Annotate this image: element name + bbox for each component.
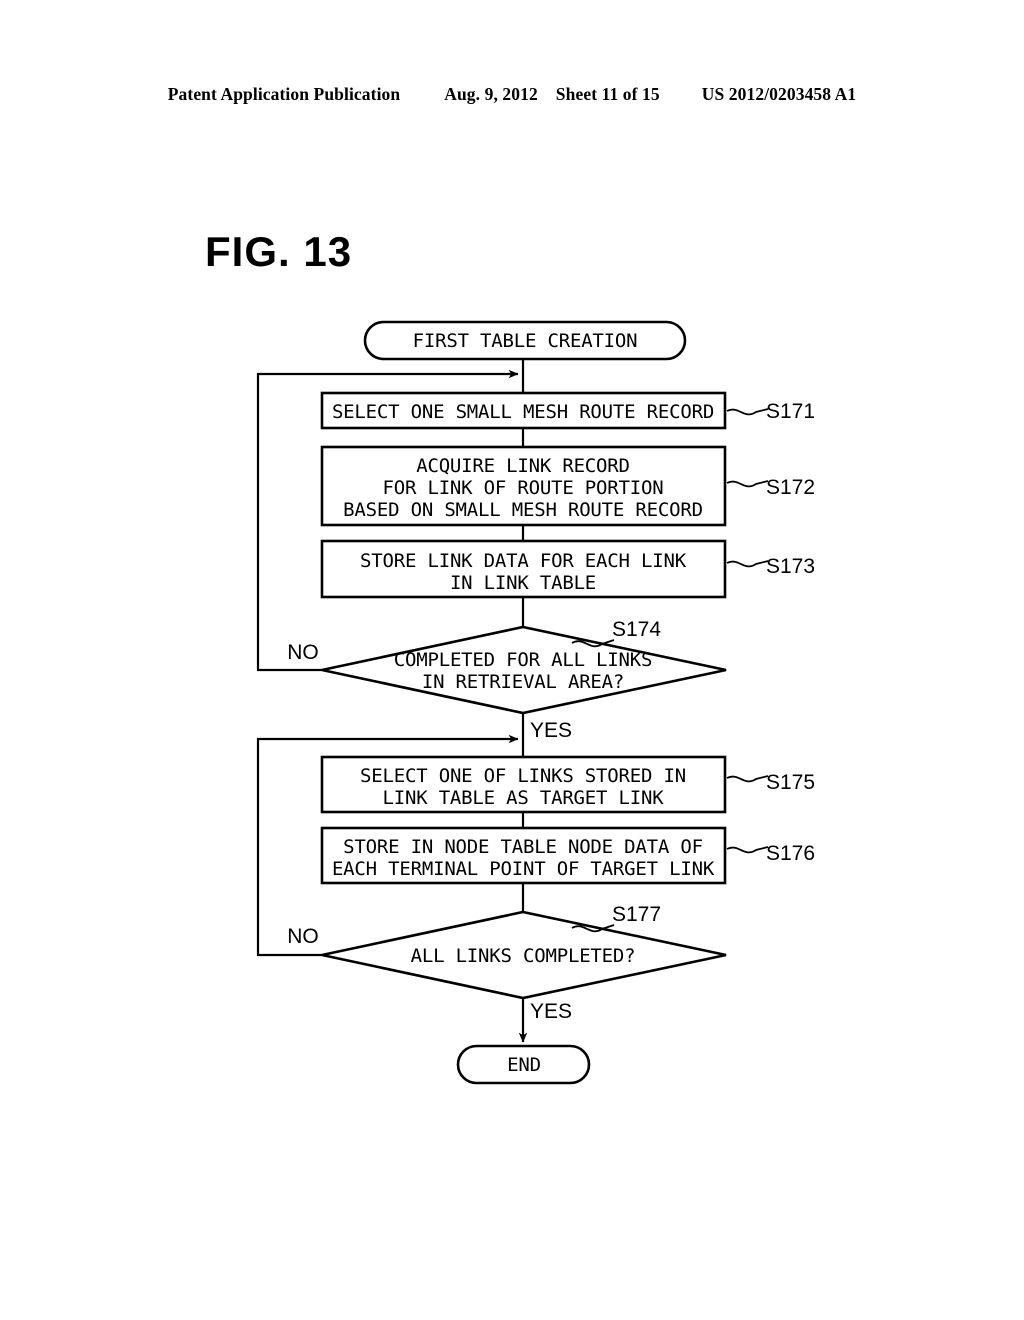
- process-s175-line-1: SELECT ONE OF LINKS STORED IN: [360, 765, 686, 787]
- leader-line-s173: [726, 560, 769, 568]
- process-s172-line-3: BASED ON SMALL MESH ROUTE RECORD: [343, 499, 703, 521]
- branch-label-s174-yes: YES: [530, 719, 572, 742]
- process-s175-line-2: LINK TABLE AS TARGET LINK: [383, 787, 665, 809]
- branch-label-s174-no: NO: [287, 641, 319, 664]
- start-terminal-label: FIRST TABLE CREATION: [413, 330, 638, 352]
- step-label-s176: S176: [766, 842, 815, 865]
- decision-s174-line-1: COMPLETED FOR ALL LINKS: [394, 649, 653, 671]
- branch-label-s177-yes: YES: [530, 1000, 572, 1023]
- leader-line-s172: [726, 480, 769, 488]
- leader-line-s171: [726, 408, 769, 416]
- step-label-s175: S175: [766, 771, 815, 794]
- flowchart-diagram: FIRST TABLE CREATION SELECT ONE SMALL ME…: [256, 320, 815, 1085]
- leader-line-s175: [726, 775, 769, 783]
- process-s172-line-1: ACQUIRE LINK RECORD: [416, 455, 630, 477]
- process-s173-line-1: STORE LINK DATA FOR EACH LINK: [360, 550, 687, 572]
- leader-line-s176: [726, 846, 769, 854]
- step-label-s177: S177: [612, 903, 661, 926]
- step-label-s173: S173: [766, 555, 815, 578]
- process-s171-line-1: SELECT ONE SMALL MESH ROUTE RECORD: [332, 401, 714, 423]
- branch-label-s177-no: NO: [287, 925, 319, 948]
- step-label-s174: S174: [612, 618, 661, 641]
- decision-s174-line-2: IN RETRIEVAL AREA?: [422, 671, 624, 693]
- patent-page: Patent Application Publication Aug. 9, 2…: [0, 0, 1024, 1320]
- step-label-s172: S172: [766, 476, 815, 499]
- process-s176-line-1: STORE IN NODE TABLE NODE DATA OF: [343, 836, 703, 858]
- process-s176-line-2: EACH TERMINAL POINT OF TARGET LINK: [332, 858, 715, 880]
- process-s172-line-2: FOR LINK OF ROUTE PORTION: [383, 477, 664, 499]
- process-s173-line-2: IN LINK TABLE: [450, 572, 596, 594]
- step-label-s171: S171: [766, 400, 815, 423]
- decision-s177-line-1: ALL LINKS COMPLETED?: [411, 945, 636, 967]
- end-terminal-label: END: [507, 1054, 541, 1076]
